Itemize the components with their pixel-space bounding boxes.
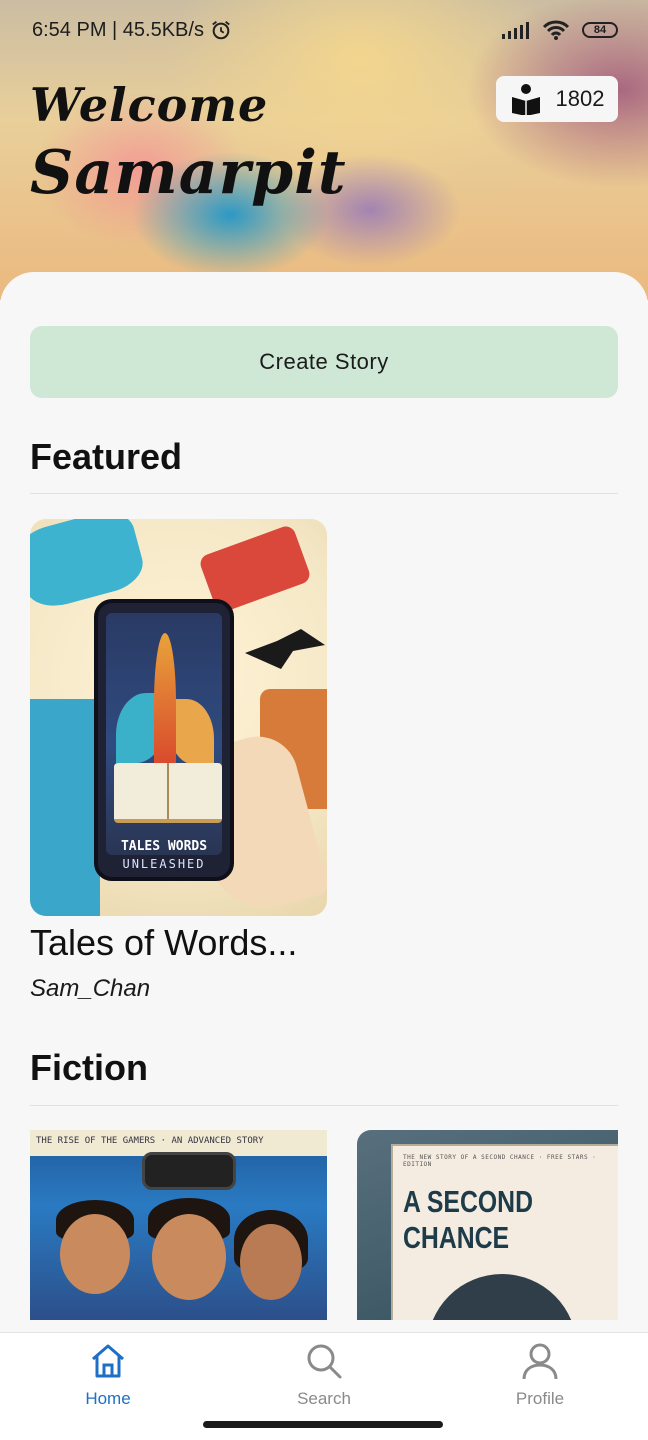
nav-home[interactable]: Home [38, 1341, 178, 1417]
featured-book-title[interactable]: Tales of Words... [30, 922, 330, 964]
cover-title-line2: UNLEASHED [122, 857, 206, 871]
character-face [60, 1214, 130, 1294]
fiction-section-title: Fiction [30, 1047, 148, 1088]
fiction-book-cover-2[interactable]: THE NEW STORY OF A SECOND CHANCE · FREE … [357, 1130, 618, 1320]
profile-icon [522, 1343, 558, 1380]
gesture-home-bar[interactable] [203, 1421, 443, 1428]
status-left: 6:54 PM | 45.5KB/s [32, 19, 232, 42]
nav-home-label: Home [85, 1389, 131, 1408]
open-book-illustration [114, 763, 222, 823]
username-text: Samarpit [30, 138, 347, 208]
wifi-icon [542, 20, 570, 40]
cover-small-text: THE NEW STORY OF A SECOND CHANCE · FREE … [403, 1154, 597, 1168]
character-face [240, 1224, 302, 1300]
cover-art-shape [30, 699, 100, 916]
cover-title-line1: TALES WORDS [120, 839, 208, 854]
cover-emblem [427, 1274, 577, 1320]
signal-icon [502, 22, 529, 39]
reader-icon [511, 84, 540, 115]
character-face [152, 1214, 226, 1300]
create-story-button[interactable]: Create Story [30, 326, 618, 398]
featured-book-cover[interactable]: TALES WORDS UNLEASHED [30, 519, 327, 916]
status-bar: 6:54 PM | 45.5KB/s 84 [0, 0, 648, 60]
reads-counter-chip[interactable]: 1802 [496, 76, 618, 122]
featured-section-title: Featured [30, 436, 183, 477]
search-icon [307, 1344, 342, 1379]
nav-search[interactable]: Search [254, 1341, 394, 1417]
featured-book-author: Sam_Chan [30, 975, 151, 1002]
reads-count: 1802 [555, 86, 605, 111]
cover-paper: THE NEW STORY OF A SECOND CHANCE · FREE … [391, 1144, 618, 1320]
quill-illustration [154, 633, 176, 773]
status-right: 84 [502, 19, 618, 41]
cover-title: A SECOND CHANCE [403, 1184, 533, 1255]
fiction-book-cover-1[interactable]: THE RISE OF THE GAMERS · AN ADVANCED STO… [30, 1130, 327, 1320]
fiction-divider [30, 1105, 618, 1106]
nav-profile[interactable]: Profile [470, 1341, 610, 1417]
home-icon [92, 1344, 124, 1378]
phone-screen: TALES WORDS UNLEASHED [106, 613, 222, 871]
battery-indicator: 84 [582, 22, 618, 38]
vr-headset-illustration [142, 1152, 236, 1190]
featured-divider [30, 493, 618, 494]
nav-profile-label: Profile [515, 1389, 565, 1408]
welcome-text: Welcome [30, 78, 269, 132]
phone-illustration: TALES WORDS UNLEASHED [94, 599, 234, 881]
alarm-icon [212, 21, 230, 40]
nav-search-label: Search [297, 1389, 351, 1408]
cover-banner-text: THE RISE OF THE GAMERS · AN ADVANCED STO… [36, 1136, 264, 1146]
status-time-speed: 6:54 PM | 45.5KB/s [32, 18, 204, 41]
bird-illustration [245, 629, 325, 669]
